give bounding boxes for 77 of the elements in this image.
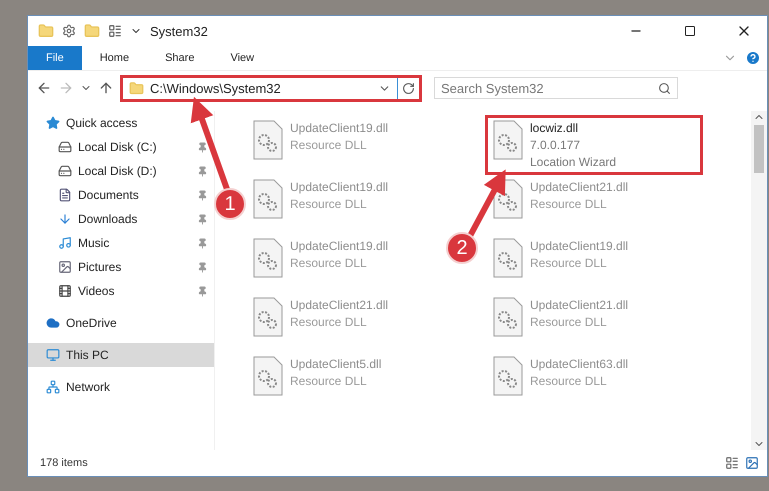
gear-file-icon [252,179,284,219]
search-icon [658,82,671,94]
sidebar-item[interactable]: This PC [28,343,214,367]
scrollbar[interactable] [751,111,767,450]
search-box[interactable]: Search System32 [434,77,678,99]
gear-file-icon [252,297,284,337]
details-view-icon[interactable] [725,456,739,470]
window-title: System32 [150,24,209,38]
file-menu-tab[interactable]: File [28,46,82,70]
sidebar-item[interactable]: Quick access [28,111,214,135]
ribbon-tab[interactable]: Share [147,46,212,70]
file-detail: Resource DLL [290,137,368,154]
file-name: UpdateClient21.dll [530,297,628,314]
arrow [467,169,506,238]
refresh-icon [402,82,415,94]
file-name: UpdateClient19.dll [290,179,388,196]
document-icon [58,188,72,202]
address-field[interactable]: C:\Windows\System32 [150,80,372,96]
cloud-icon [46,316,60,330]
sidebar-item[interactable]: Documents [28,183,214,207]
file-name: UpdateClient21.dll [290,297,388,314]
sidebar-item[interactable]: Videos [28,279,214,303]
sidebar-item[interactable]: Pictures [28,255,214,279]
monitor-icon [46,348,60,362]
file-name: UpdateClient5.dll [290,356,382,373]
ribbon-tab[interactable]: View [212,46,272,70]
gear-file-icon [492,120,524,160]
file-tile[interactable]: locwiz.dll 7.0.0.177 Location Wizard [485,115,704,175]
maximize-icon [684,25,696,37]
sidebar-item[interactable]: Network [28,375,214,399]
file-detail: Resource DLL [530,314,608,331]
gear-file-icon [492,238,524,278]
file-detail: Resource DLL [530,255,608,272]
folder-icon [38,23,54,39]
list-icon [108,24,122,38]
scroll-thumb[interactable] [754,125,764,173]
film-icon [58,284,72,298]
file-name: UpdateClient19.dll [530,238,628,255]
file-detail: 7.0.0.177 [530,137,582,154]
file-detail: Resource DLL [290,373,368,390]
file-name: UpdateClient63.dll [530,356,628,373]
file-name: UpdateClient19.dll [290,238,388,255]
network-icon [46,380,60,394]
gear-file-icon [252,238,284,278]
address-bar[interactable]: C:\Windows\System32 [120,74,422,102]
file-detail: Resource DLL [530,196,608,213]
gear-file-icon [252,356,284,396]
file-detail: Resource DLL [290,255,368,272]
gear-file-icon [492,297,524,337]
file-detail: Location Wizard [530,154,616,171]
file-detail: Resource DLL [290,314,368,331]
sidebar-item[interactable]: Local Disk (C:) [28,135,214,159]
back-button[interactable] [36,80,52,96]
folder-icon [129,80,144,96]
file-detail: Resource DLL [290,196,368,213]
download-arrow-icon [58,212,72,226]
sidebar-item[interactable]: Local Disk (D:) [28,159,214,183]
up-button[interactable] [98,80,114,96]
folder-icon [84,23,100,39]
ribbon-tab[interactable]: Home [82,46,148,70]
file-name: UpdateClient21.dll [530,179,628,196]
music-note-icon [58,236,72,250]
file-detail: Resource DLL [530,373,608,390]
gear-file-icon [252,120,284,160]
drive-icon [58,140,72,154]
item-count: 178 items [40,457,89,469]
gear-icon [62,24,76,38]
sidebar-item[interactable]: Music [28,231,214,255]
gear-file-icon [492,356,524,396]
file-name: UpdateClient19.dll [290,120,388,137]
sidebar-item[interactable]: Downloads [28,207,214,231]
sidebar-item[interactable]: OneDrive [28,311,214,335]
star-icon [46,116,60,130]
picture-icon [58,260,72,274]
file-name: locwiz.dll [530,120,580,137]
large-icons-view-icon[interactable] [745,456,759,470]
drive-icon [58,164,72,178]
